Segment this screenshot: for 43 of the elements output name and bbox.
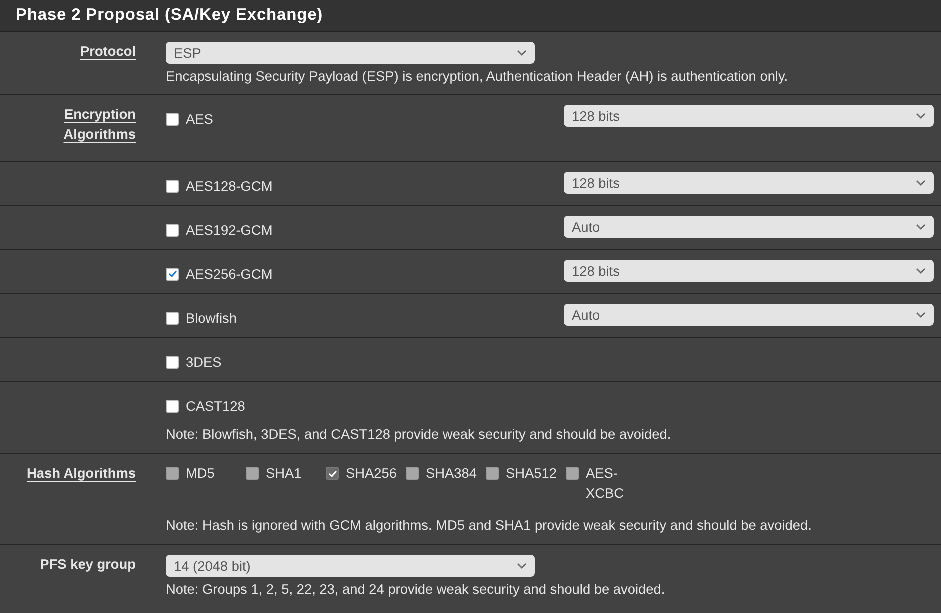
chevron-icon [517,50,527,56]
dropdown[interactable]: Auto [564,304,934,326]
dropdown[interactable]: ESP [166,42,535,64]
checkbox-label: AES192-GCM [186,222,273,238]
chevron-icon [916,312,926,318]
checkbox-label: 3DES [186,354,222,370]
note-text: Note: Hash is ignored with GCM algorithms. MD5 and SHA1 provide weak security and should be avoided. [166,517,813,535]
dropdown[interactable]: 128 bits [564,105,934,127]
note-text: Note: Groups 1, 2, 5, 22, 23, and 24 provide weak security and should be avoided. [166,581,666,599]
chevron-icon [916,113,926,119]
checkbox-label: SHA384 [426,465,476,483]
checkbox-label: AES256-GCM [186,266,273,282]
checkbox-label: MD5 [186,465,216,483]
checkbox-label: SHA1 [266,465,303,483]
note-text: Note: Blowfish, 3DES, and CAST128 provide weak security and should be avoided. [166,426,672,444]
checkbox-label: AES-XCBC [586,465,626,503]
checkbox[interactable] [166,400,179,412]
section-title: Phase 2 Proposal (SA/Key Exchange) [0,0,941,32]
dropdown[interactable]: 128 bits [564,260,934,282]
dropdown[interactable]: Auto [564,216,934,238]
field-label: Encryption Algorithms [64,107,136,142]
checkbox-label: AES [186,112,214,126]
field-label: PFS key group [40,557,136,572]
checkbox[interactable] [166,112,179,126]
chevron-icon [517,563,527,569]
chevron-icon [916,180,926,186]
checkbox[interactable] [166,224,179,236]
checkbox[interactable] [166,312,179,324]
dropdown[interactable]: 14 (2048 bit) [166,555,535,577]
chevron-icon [916,224,926,230]
help-text: Encapsulating Security Payload (ESP) is encryption, Authentication Header (AH) is authentication only. [166,68,790,86]
field-label: Hash Algorithms [26,466,136,481]
checkbox[interactable] [166,356,179,368]
chevron-icon [916,268,926,274]
dropdown[interactable]: 128 bits [564,172,934,194]
field-label: Protocol [80,44,136,59]
checkbox-label: SHA512 [506,465,556,483]
checkbox-label: CAST128 [186,398,246,414]
checkbox[interactable] [166,180,179,192]
checkbox-label: Blowfish [186,310,237,326]
checkbox[interactable] [166,268,179,280]
checkbox-label: AES128-GCM [186,178,273,194]
checkbox-label: SHA256 [346,465,396,483]
